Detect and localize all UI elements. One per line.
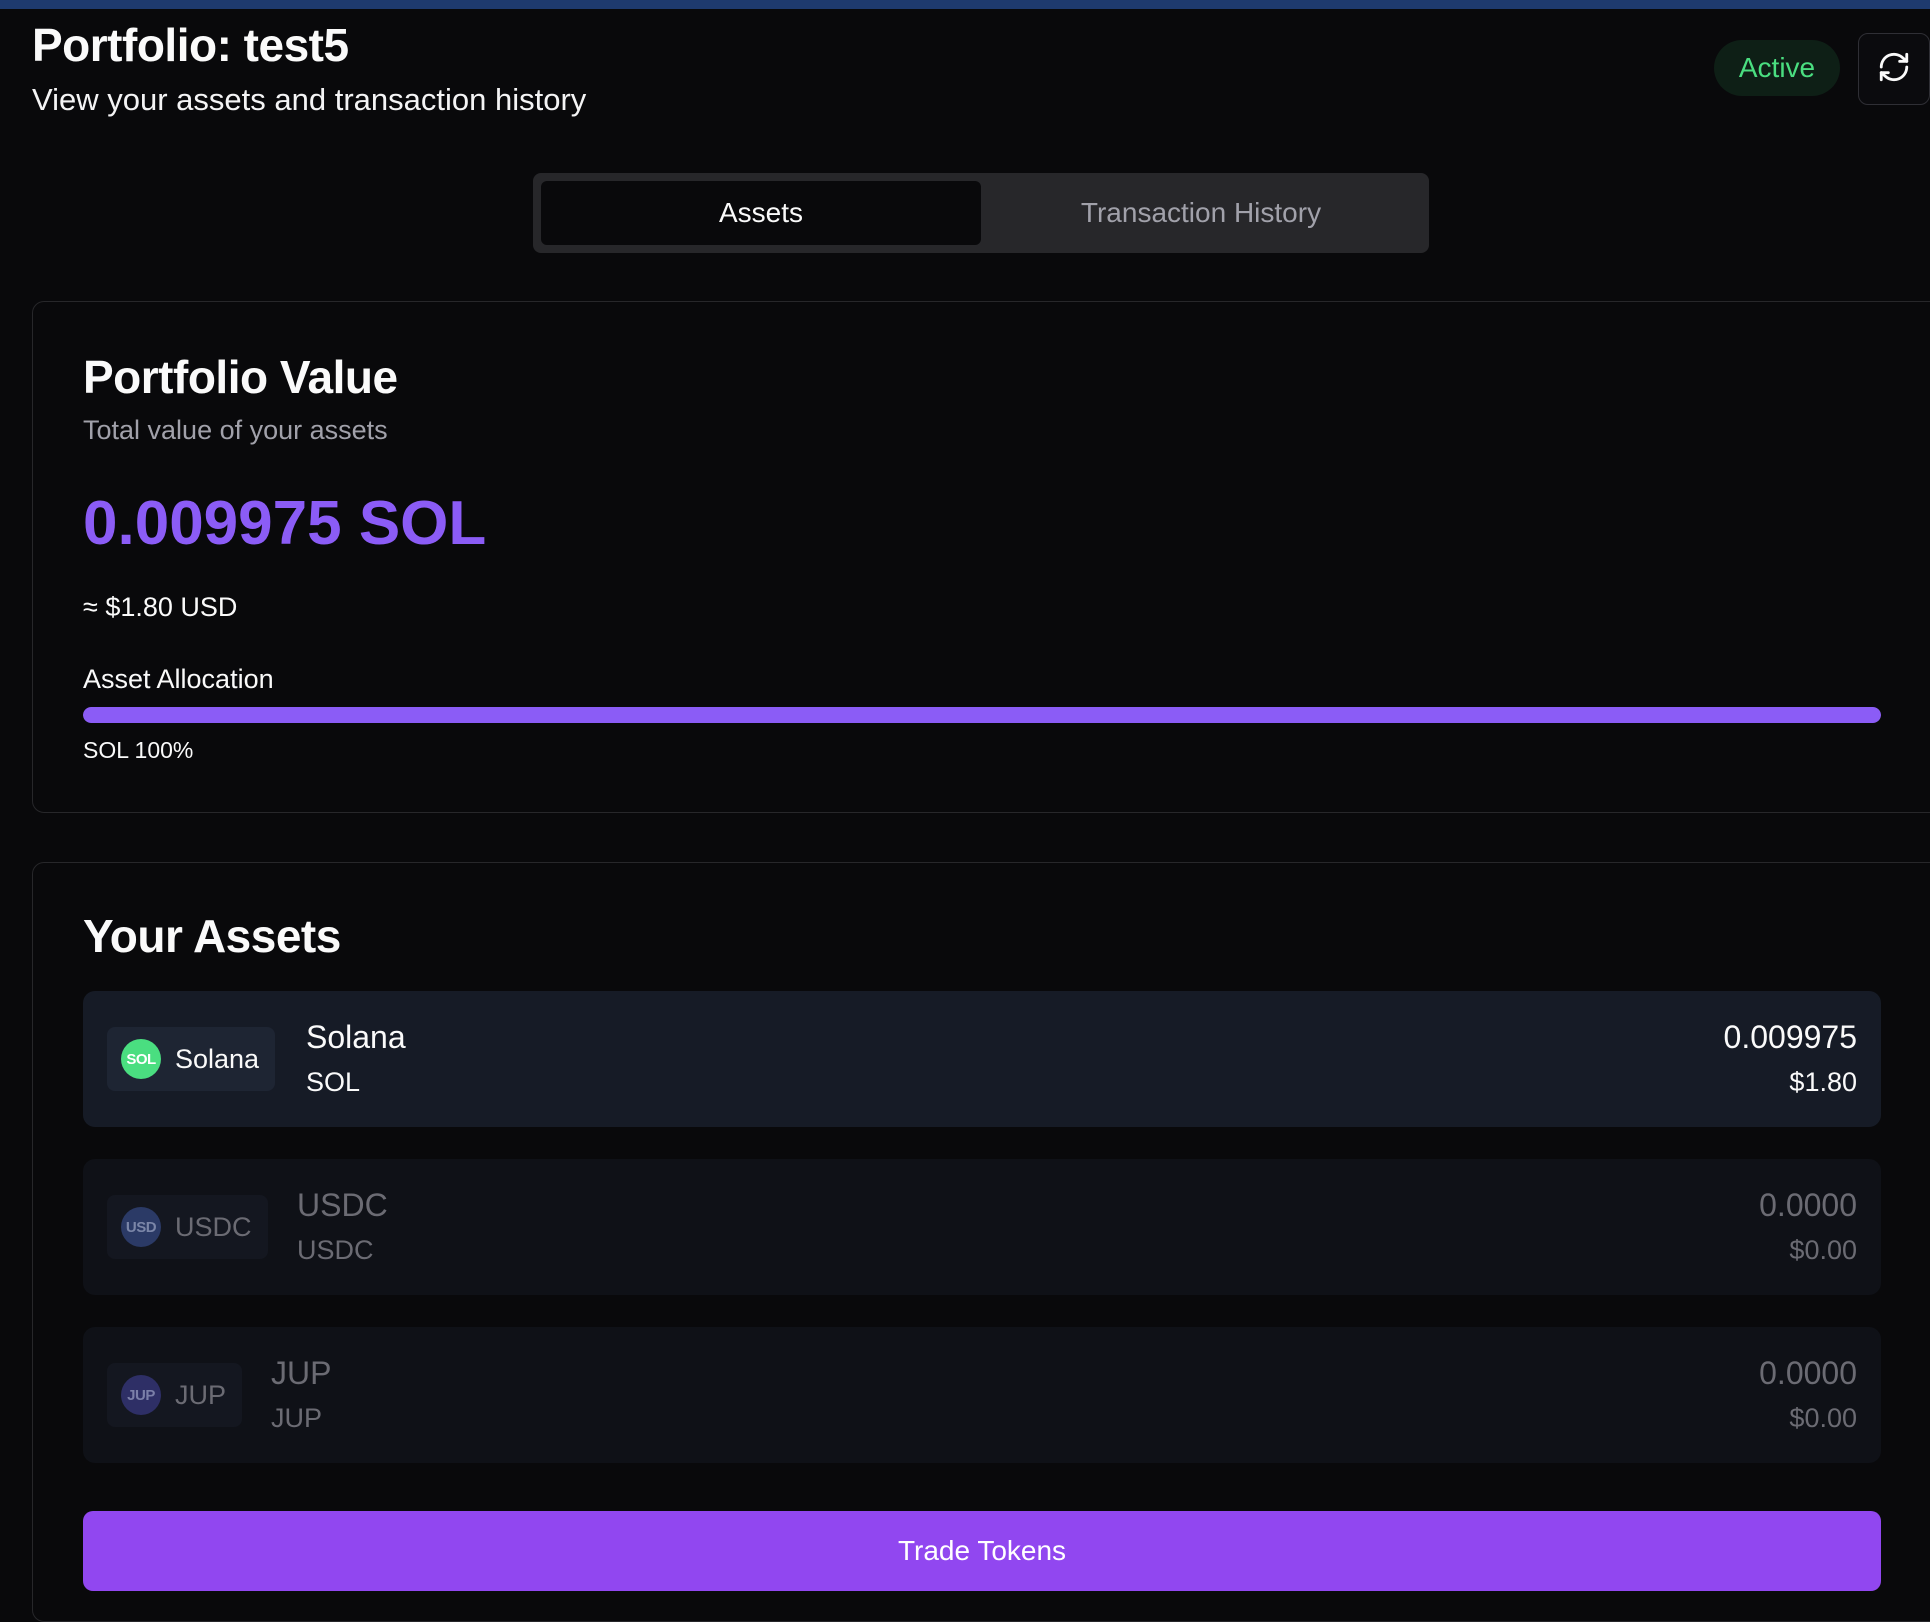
card-description: Total value of your assets xyxy=(83,415,388,445)
tab-bar: Assets Transaction History xyxy=(533,173,1429,253)
refresh-button[interactable] xyxy=(1858,33,1930,105)
token-chip-label: Solana xyxy=(175,1043,260,1074)
allocation-legend: SOL 100% xyxy=(83,737,194,763)
token-chip-label: JUP xyxy=(175,1379,227,1410)
asset-row-sol[interactable]: SOL Solana Solana SOL 0.009975 $1.80 xyxy=(83,991,1881,1127)
asset-amount: 0.009975 xyxy=(1723,1019,1857,1055)
trade-tokens-button[interactable]: Trade Tokens xyxy=(83,1511,1881,1591)
card-title: Your Assets xyxy=(83,910,341,962)
portfolio-value-sol: 0.009975 SOL xyxy=(83,489,487,558)
asset-row-usdc[interactable]: USD USDC USDC USDC 0.0000 $0.00 xyxy=(83,1159,1881,1295)
tab-assets[interactable]: Assets xyxy=(541,181,981,245)
status-badge: Active xyxy=(1714,40,1840,96)
asset-name: USDC xyxy=(297,1187,388,1223)
token-icon-text: SOL xyxy=(126,1050,156,1068)
token-icon-text: JUP xyxy=(127,1386,155,1404)
token-icon-text: USD xyxy=(125,1218,157,1236)
portfolio-value-usd: ≈ $1.80 USD xyxy=(83,592,238,622)
allocation-bar xyxy=(83,707,1881,723)
allocation-bar-sol-segment xyxy=(83,707,1881,723)
refresh-icon xyxy=(1877,50,1911,89)
token-chip: SOL Solana xyxy=(107,1027,276,1091)
asset-name: Solana xyxy=(306,1019,406,1055)
allocation-label: Asset Allocation xyxy=(83,664,274,694)
asset-symbol: USDC xyxy=(297,1235,374,1265)
jup-token-icon: JUP xyxy=(121,1375,161,1415)
tab-transaction-history[interactable]: Transaction History xyxy=(981,181,1421,245)
asset-symbol: JUP xyxy=(271,1403,323,1433)
asset-usd-value: $0.00 xyxy=(1789,1235,1857,1265)
usdc-token-icon: USD xyxy=(121,1207,161,1247)
asset-amount: 0.0000 xyxy=(1759,1355,1857,1391)
asset-usd-value: $0.00 xyxy=(1789,1403,1857,1433)
token-chip: USD USDC xyxy=(107,1195,268,1259)
asset-name: JUP xyxy=(271,1355,332,1391)
top-accent-bar xyxy=(0,0,1930,9)
page-subtitle: View your assets and transaction history xyxy=(32,82,587,117)
token-chip: JUP JUP xyxy=(107,1363,243,1427)
your-assets-card: Your Assets SOL Solana Solana SOL 0.0099… xyxy=(32,862,1930,1622)
page-title: Portfolio: test5 xyxy=(32,19,349,71)
asset-row-jup[interactable]: JUP JUP JUP JUP 0.0000 $0.00 xyxy=(83,1327,1881,1463)
sol-token-icon: SOL xyxy=(121,1039,161,1079)
asset-symbol: SOL xyxy=(306,1067,361,1097)
portfolio-value-card: Portfolio Value Total value of your asse… xyxy=(32,301,1930,813)
token-chip-label: USDC xyxy=(175,1211,252,1242)
card-title: Portfolio Value xyxy=(83,351,398,403)
asset-usd-value: $1.80 xyxy=(1789,1067,1857,1097)
asset-amount: 0.0000 xyxy=(1759,1187,1857,1223)
